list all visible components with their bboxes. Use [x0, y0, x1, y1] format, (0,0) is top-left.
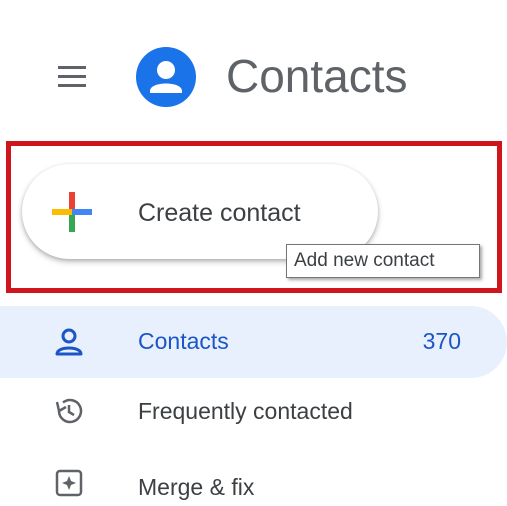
contacts-count: 370 [422, 328, 461, 354]
nav-item-label: Merge & fix [138, 474, 255, 500]
history-icon [52, 394, 86, 428]
plus-icon [50, 190, 94, 234]
merge-fix-icon [52, 466, 86, 500]
nav-item-merge-fix[interactable]: Merge & fix [0, 450, 507, 506]
app-header: Contacts [0, 0, 507, 150]
app-title: Contacts [226, 50, 408, 102]
person-icon [52, 325, 86, 359]
nav-item-label: Contacts [138, 328, 229, 354]
contacts-logo-icon[interactable] [136, 47, 196, 107]
create-contact-label: Create contact [138, 199, 301, 227]
nav-item-label: Frequently contacted [138, 398, 353, 424]
create-contact-tooltip: Add new contact [286, 244, 480, 278]
hamburger-menu-icon[interactable] [55, 62, 97, 92]
nav-item-frequently-contacted[interactable]: Frequently contacted [0, 378, 507, 450]
nav-item-contacts[interactable]: Contacts 370 [0, 306, 507, 378]
